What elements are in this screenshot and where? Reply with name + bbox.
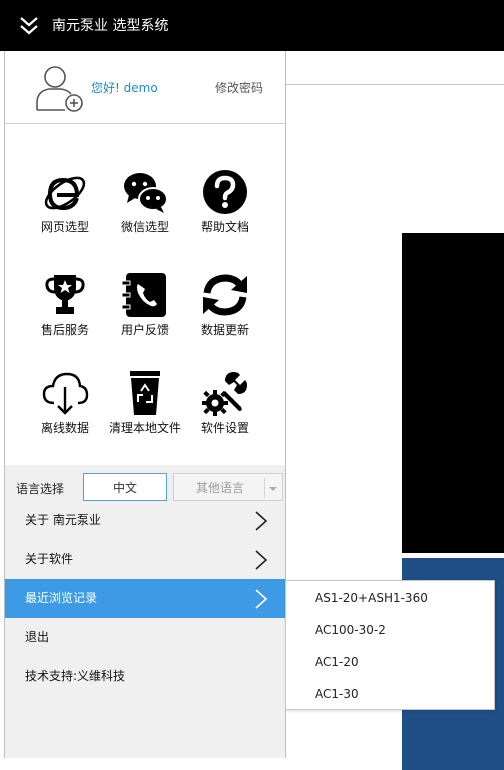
language-selector: 语言选择 中文 其他语言: [5, 465, 285, 501]
app-title: 南元泵业 选型系统: [52, 18, 169, 34]
ie-browser-icon: [44, 176, 86, 211]
menu-item-label: 关于 南元泵业: [25, 513, 101, 527]
menu-item-about-software[interactable]: 关于软件: [5, 540, 285, 579]
refresh-icon: [203, 274, 247, 316]
tile-clean-local-files[interactable]: 清理本地文件: [105, 369, 185, 459]
user-header: 您好! demo 修改密码: [5, 51, 285, 124]
tile-label: 软件设置: [200, 421, 249, 435]
language-other-dropdown[interactable]: 其他语言: [173, 473, 283, 501]
tile-after-sales[interactable]: 售后服务: [25, 271, 105, 361]
menu-item-about-company[interactable]: 关于 南元泵业: [5, 501, 285, 540]
cloud-download-icon: [42, 372, 89, 415]
tile-web-select[interactable]: 网页选型: [25, 168, 105, 258]
settings-tools-icon: [202, 372, 247, 416]
language-other-label: 其他语言: [195, 481, 244, 495]
chevron-right-icon: [255, 511, 268, 531]
menu-item-label: 关于软件: [25, 552, 74, 566]
language-label: 语言选择: [16, 482, 65, 496]
recent-item[interactable]: AS1-20+ASH1-360: [315, 590, 428, 606]
side-menu-panel: 您好! demo 修改密码 网页选型 微信选型 帮助文档 售后服务 用户反馈 数…: [4, 51, 286, 758]
tile-wechat-select[interactable]: 微信选型: [105, 168, 185, 258]
side-menu-list: 关于 南元泵业 关于软件 最近浏览记录 退出 技术支持:义维科技: [5, 501, 285, 758]
title-bar: 南元泵业 选型系统: [0, 0, 504, 51]
wechat-icon: [124, 173, 168, 213]
language-chinese-button[interactable]: 中文: [83, 473, 167, 501]
trophy-icon: [45, 275, 85, 314]
tile-help-docs[interactable]: 帮助文档: [185, 168, 265, 258]
content-divider: [285, 84, 504, 85]
recent-item[interactable]: AC1-30: [315, 686, 359, 702]
user-greeting: 您好! demo: [91, 81, 158, 95]
menu-item-label: 技术支持:义维科技: [25, 669, 126, 683]
recent-history-popup: AS1-20+ASH1-360 AC100-30-2 AC1-20 AC1-30: [285, 580, 495, 710]
menu-item-recent-history[interactable]: 最近浏览记录: [5, 579, 285, 618]
help-icon: [203, 170, 247, 214]
tile-label: 数据更新: [200, 323, 249, 337]
menu-toggle-icon[interactable]: [18, 15, 40, 37]
tile-data-update[interactable]: 数据更新: [185, 271, 265, 361]
chevron-right-icon: [255, 550, 268, 570]
menu-item-exit[interactable]: 退出: [5, 618, 285, 657]
user-add-icon: [36, 66, 83, 112]
trash-icon: [130, 371, 160, 415]
tile-software-settings[interactable]: 软件设置: [185, 369, 265, 459]
recent-item[interactable]: AC100-30-2: [315, 622, 386, 638]
content-panel: [402, 233, 504, 553]
recent-item[interactable]: AC1-20: [315, 654, 359, 670]
chevron-down-icon: [269, 487, 277, 491]
tile-user-feedback[interactable]: 用户反馈: [105, 271, 185, 361]
phone-book-icon: [121, 273, 166, 317]
menu-item-label: 最近浏览记录: [25, 591, 98, 605]
menu-item-tech-support[interactable]: 技术支持:义维科技: [5, 657, 285, 696]
tile-label: 帮助文档: [200, 220, 249, 234]
chevron-right-icon: [255, 589, 268, 609]
menu-item-label: 退出: [25, 630, 50, 644]
tile-offline-data[interactable]: 离线数据: [25, 369, 105, 459]
change-password-link[interactable]: 修改密码: [215, 80, 263, 96]
dropdown-separator: [264, 478, 265, 498]
